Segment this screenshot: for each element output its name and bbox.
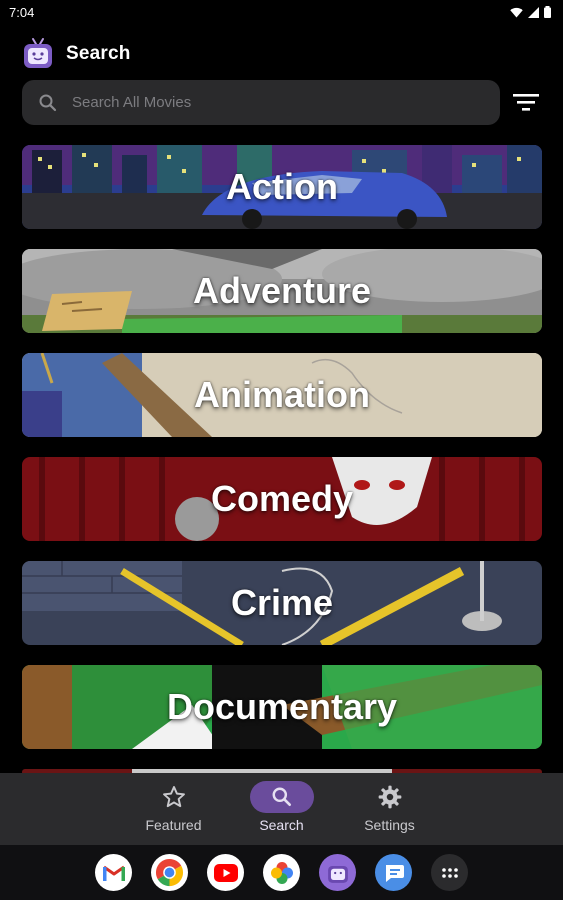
system-dock bbox=[0, 845, 563, 900]
messages-icon[interactable] bbox=[375, 854, 412, 891]
genre-label: Documentary bbox=[166, 686, 398, 727]
status-time: 7:04 bbox=[9, 4, 35, 20]
filter-button[interactable] bbox=[510, 88, 542, 116]
genre-label: Adventure bbox=[192, 270, 372, 311]
nav-pill bbox=[358, 781, 422, 813]
genre-list: Action Adventure Animation Comedy Crime … bbox=[22, 145, 542, 773]
genre-card-crime[interactable]: Crime bbox=[22, 561, 542, 645]
gmail-icon[interactable] bbox=[95, 854, 132, 891]
gear-icon bbox=[378, 785, 401, 809]
signal-icon bbox=[528, 6, 539, 18]
nav-item-search[interactable]: Search bbox=[230, 773, 334, 845]
search-icon bbox=[39, 94, 57, 111]
search-input[interactable]: Search All Movies bbox=[22, 80, 500, 125]
search-icon bbox=[272, 787, 291, 807]
page-title: Search bbox=[66, 43, 131, 64]
nav-item-settings[interactable]: Settings bbox=[338, 773, 442, 845]
genre-label: Comedy bbox=[210, 478, 354, 519]
search-placeholder: Search All Movies bbox=[72, 94, 192, 111]
filter-icon bbox=[513, 94, 539, 111]
movie-app-icon[interactable] bbox=[319, 854, 356, 891]
photos-icon[interactable] bbox=[263, 854, 300, 891]
bottom-navigation: Featured Search Settings bbox=[0, 773, 563, 845]
chrome-icon[interactable] bbox=[151, 854, 188, 891]
nav-label: Settings bbox=[364, 817, 415, 833]
genre-card-adventure[interactable]: Adventure bbox=[22, 249, 542, 333]
battery-icon bbox=[544, 6, 551, 18]
genre-label: Animation bbox=[194, 374, 370, 415]
app-drawer-icon[interactable] bbox=[431, 854, 468, 891]
genre-label: Crime bbox=[230, 582, 334, 623]
genre-card-action[interactable]: Action bbox=[22, 145, 542, 229]
nav-pill bbox=[249, 781, 314, 813]
nav-item-featured[interactable]: Featured bbox=[122, 773, 226, 845]
status-icons bbox=[510, 6, 551, 18]
nav-label: Search bbox=[259, 817, 304, 833]
genre-card-documentary[interactable]: Documentary bbox=[22, 665, 542, 749]
star-icon bbox=[162, 786, 185, 808]
genre-label: Action bbox=[226, 166, 338, 207]
wifi-icon bbox=[510, 7, 523, 17]
app-header: Search bbox=[22, 36, 131, 72]
nav-label: Featured bbox=[145, 817, 202, 833]
genre-card-comedy[interactable]: Comedy bbox=[22, 457, 542, 541]
app-logo-icon bbox=[24, 38, 52, 68]
genre-card-animation[interactable]: Animation bbox=[22, 353, 542, 437]
nav-pill bbox=[142, 781, 206, 813]
youtube-icon[interactable] bbox=[207, 854, 244, 891]
status-bar: 7:04 bbox=[0, 0, 563, 24]
